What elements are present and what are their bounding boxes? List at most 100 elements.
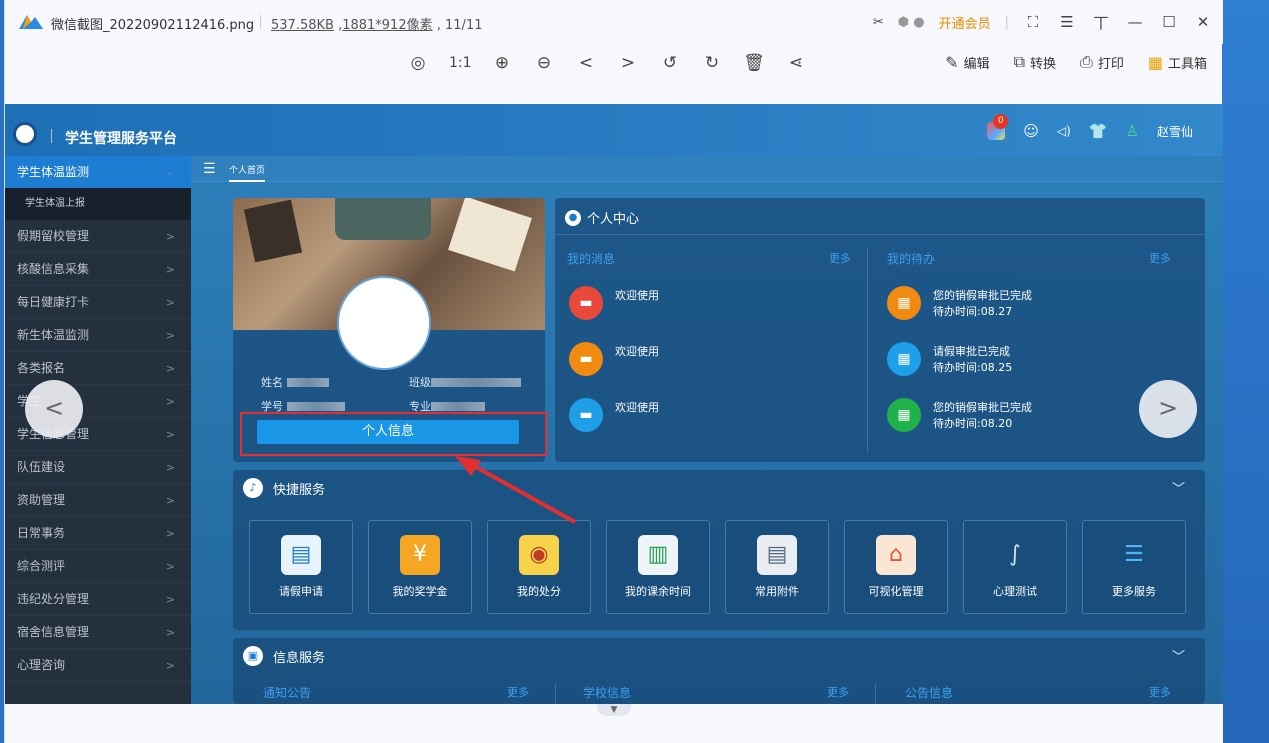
- avatar[interactable]: [337, 276, 431, 370]
- service-visualization[interactable]: ⌂ 可视化管理: [844, 520, 948, 614]
- file-size[interactable]: 537.58KB: [271, 18, 334, 33]
- menu-icon[interactable]: ☰: [1057, 12, 1077, 32]
- user-name[interactable]: 赵雪仙: [1157, 123, 1193, 140]
- message-item[interactable]: ▬ 欢迎使用: [569, 286, 659, 320]
- quick-services-title: 快捷服务: [273, 482, 326, 498]
- chevron-right-icon: >: [165, 230, 175, 243]
- class-label: 班级: [409, 376, 431, 389]
- settings-icon[interactable]: ⬢ ●: [898, 15, 925, 30]
- actual-size-button[interactable]: 1:1: [449, 50, 472, 76]
- zoom-in-icon[interactable]: ⊕: [491, 50, 513, 76]
- todo-title-text: 请假审批已完成: [933, 345, 1010, 358]
- title-bar-right: ✂ ⬢ ● 开通会员 | ⛶ ☰ 丅 — ☐ ✕: [873, 8, 1213, 36]
- calendar-icon: ▦: [887, 286, 921, 320]
- convert-button[interactable]: ⧉ 转换: [1014, 52, 1056, 72]
- quick-services-header: ♪ 快捷服务: [243, 478, 325, 498]
- sidebar-item[interactable]: 核酸信息采集 >: [5, 253, 191, 286]
- zoom-out-icon[interactable]: ⊖: [533, 50, 555, 76]
- user-icon[interactable]: ♙: [1126, 122, 1139, 140]
- service-scholarship[interactable]: ¥ 我的奖学金: [368, 520, 472, 614]
- thumbnail-toggle-icon[interactable]: ▼: [597, 704, 631, 716]
- sidebar-item[interactable]: 假期留校管理 >: [5, 220, 191, 253]
- delete-icon[interactable]: 🗑: [743, 50, 765, 76]
- announcement-more-link[interactable]: 更多: [1149, 684, 1171, 700]
- sidebar-item[interactable]: 日常事务 >: [5, 517, 191, 550]
- previous-icon[interactable]: <: [575, 50, 597, 76]
- pin-icon[interactable]: 丅: [1091, 12, 1111, 32]
- sidebar-item[interactable]: 新生体温监测 >: [5, 319, 191, 352]
- chevron-right-icon: >: [165, 263, 175, 276]
- notice-more-link[interactable]: 更多: [507, 684, 529, 700]
- sidebar-item[interactable]: 心理咨询 >: [5, 649, 191, 682]
- service-punishment[interactable]: ◉ 我的处分: [487, 520, 591, 614]
- edit-button[interactable]: ✎ 编辑: [945, 53, 989, 72]
- calendar-icon: ▦: [887, 398, 921, 432]
- message-text: 欢迎使用: [615, 289, 659, 302]
- previous-image-button[interactable]: <: [25, 380, 83, 438]
- rotate-right-icon[interactable]: ↻: [701, 50, 723, 76]
- next-image-button[interactable]: >: [1139, 380, 1197, 438]
- todo-item[interactable]: ▦ 您的销假审批已完成 待办时间:08.20: [887, 398, 1032, 432]
- toolbox-button[interactable]: ▦ 工具箱: [1148, 53, 1207, 72]
- chevron-right-icon: >: [165, 362, 175, 375]
- share-icon[interactable]: ⋖: [785, 50, 807, 76]
- app-logo-icon: [19, 15, 43, 29]
- vip-link[interactable]: 开通会员: [939, 13, 991, 32]
- service-attachments[interactable]: ▤ 常用附件: [725, 520, 829, 614]
- user-circle-icon: ●: [565, 209, 581, 226]
- service-psych-test[interactable]: ∫ 心理测试: [963, 520, 1067, 614]
- sidebar-item-label: 违纪处分管理: [17, 592, 90, 606]
- chevron-down-icon[interactable]: ﹀: [1172, 646, 1185, 665]
- volume-icon[interactable]: ◁): [1057, 124, 1071, 138]
- todo-more-link[interactable]: 更多: [1149, 250, 1171, 266]
- tab-home[interactable]: 个人首页: [229, 163, 266, 182]
- message-icon: ▬: [569, 286, 603, 320]
- message-item[interactable]: ▬ 欢迎使用: [569, 342, 659, 376]
- message-item[interactable]: ▬ 欢迎使用: [569, 398, 659, 432]
- service-label: 我的奖学金: [392, 585, 448, 598]
- sidebar-item[interactable]: 队伍建设 >: [5, 451, 191, 484]
- school-info-more-link[interactable]: 更多: [827, 684, 849, 700]
- service-more[interactable]: ☰ 更多服务: [1082, 520, 1186, 614]
- service-spare-time[interactable]: ▥ 我的课余时间: [606, 520, 710, 614]
- personal-center-header: ● 个人中心: [565, 208, 639, 227]
- message-icon: ▬: [569, 342, 603, 376]
- todo-item[interactable]: ▦ 请假审批已完成 待办时间:08.25: [887, 342, 1012, 376]
- chevron-down-icon[interactable]: ﹀: [1172, 478, 1185, 497]
- sidebar-item[interactable]: 违纪处分管理 >: [5, 583, 191, 616]
- fullscreen-icon[interactable]: ⛶: [1023, 12, 1043, 32]
- close-button[interactable]: ✕: [1193, 12, 1213, 32]
- notification-icon[interactable]: 0: [987, 114, 1009, 140]
- mouse-icon[interactable]: ◎: [407, 50, 429, 76]
- todo-item[interactable]: ▦ 您的销假审批已完成 待办时间:08.27: [887, 286, 1032, 320]
- sidebar-item[interactable]: 各类报名 >: [5, 352, 191, 385]
- info-panel-icon: ▣: [243, 646, 263, 666]
- todo-title: 我的待办: [887, 252, 936, 266]
- minimize-button[interactable]: —: [1125, 12, 1145, 32]
- image-dimensions[interactable]: 1881*912像素: [342, 18, 432, 33]
- next-icon[interactable]: >: [617, 50, 639, 76]
- tabs-row: ☰ 个人首页: [191, 156, 1223, 182]
- messages-more-link[interactable]: 更多: [829, 250, 851, 266]
- sidebar-subitem[interactable]: 学生体温上报: [5, 188, 191, 220]
- chat-icon[interactable]: ☺: [1023, 122, 1039, 140]
- service-leave-request[interactable]: ▤ 请假申请: [249, 520, 353, 614]
- sidebar-item[interactable]: 宿舍信息管理 >: [5, 616, 191, 649]
- sidebar-item[interactable]: 资助管理 >: [5, 484, 191, 517]
- service-label: 可视化管理: [868, 585, 924, 598]
- info-services-header: ▣ 信息服务: [243, 646, 325, 666]
- maximize-button[interactable]: ☐: [1159, 12, 1179, 32]
- print-button[interactable]: ⎙ 打印: [1080, 52, 1124, 72]
- skin-shirt-icon[interactable]: 👕: [1089, 122, 1108, 140]
- rotate-left-icon[interactable]: ↺: [659, 50, 681, 76]
- sidebar-item[interactable]: 每日健康打卡 >: [5, 286, 191, 319]
- menu-toggle-icon[interactable]: ☰: [203, 161, 216, 177]
- chevron-right-icon: >: [165, 560, 175, 573]
- service-label: 请假申请: [279, 585, 323, 598]
- file-name: 微信截图_20220902112416.png: [51, 18, 255, 33]
- sidebar-item-temperature[interactable]: 学生体温监测 ⌄: [5, 156, 191, 188]
- sidebar-item-label: 各类报名: [17, 361, 66, 375]
- sidebar-item[interactable]: 综合测评 >: [5, 550, 191, 583]
- platform-title: 学生管理服务平台: [65, 131, 177, 147]
- skin-icon[interactable]: ✂: [873, 15, 884, 30]
